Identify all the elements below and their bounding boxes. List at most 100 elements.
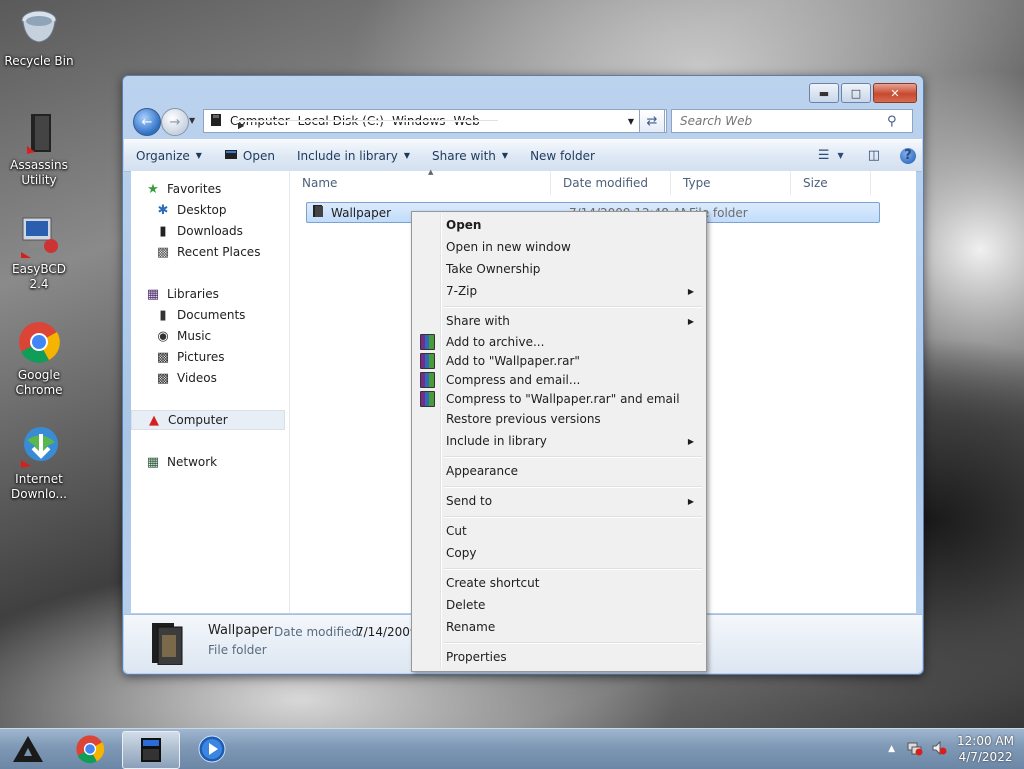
network-icon: ▦ bbox=[146, 454, 160, 470]
share-with-button[interactable]: Share with ▼ bbox=[420, 149, 518, 163]
column-label: Type bbox=[683, 176, 711, 190]
menu-item-appearance[interactable]: Appearance bbox=[414, 461, 704, 481]
desktop-icon-easybcd[interactable]: EasyBCD 2.4 bbox=[2, 214, 76, 292]
menu-label: Open bbox=[446, 218, 482, 232]
menu-item-restore-previous-versions[interactable]: Restore previous versions bbox=[414, 409, 704, 429]
column-label: Date modified bbox=[563, 176, 649, 190]
taskbar-chrome-button[interactable] bbox=[62, 731, 118, 767]
network-status-icon[interactable] bbox=[907, 740, 923, 759]
nav-pictures[interactable]: ▩ Pictures bbox=[155, 347, 311, 367]
menu-separator bbox=[444, 306, 702, 308]
pictures-icon: ▩ bbox=[156, 349, 170, 365]
dropdown-arrow-icon: ▼ bbox=[403, 151, 410, 160]
menu-item-take-ownership[interactable]: Take Ownership bbox=[414, 259, 704, 279]
column-name[interactable]: Name bbox=[290, 171, 551, 195]
assassins-utility-icon bbox=[17, 110, 61, 154]
new-folder-button[interactable]: New folder bbox=[518, 149, 605, 163]
menu-item-send-to[interactable]: Send to ▶ bbox=[414, 491, 704, 511]
search-box: ⚲ bbox=[671, 109, 913, 133]
open-label: Open bbox=[242, 148, 275, 163]
column-type[interactable]: Type bbox=[671, 171, 791, 195]
back-button[interactable]: ← bbox=[133, 108, 161, 136]
open-button[interactable]: Open bbox=[212, 147, 285, 164]
dropdown-arrow-icon: ▼ bbox=[501, 151, 509, 160]
minimize-button[interactable]: ▬ bbox=[809, 83, 839, 103]
documents-icon: ▮ bbox=[159, 307, 167, 323]
address-history-dropdown[interactable]: ▼ bbox=[622, 117, 640, 126]
desktop-icon-recycle-bin[interactable]: Recycle Bin bbox=[2, 6, 76, 69]
menu-separator bbox=[444, 642, 702, 644]
nav-computer[interactable]: ▲ Computer bbox=[131, 410, 285, 430]
view-dropdown-icon[interactable]: ▼ bbox=[838, 151, 844, 160]
column-date-modified[interactable]: Date modified bbox=[551, 171, 671, 195]
menu-item-open-new-window[interactable]: Open in new window bbox=[414, 237, 704, 257]
menu-item-add-to-archive[interactable]: Add to archive... bbox=[414, 332, 704, 352]
submenu-arrow-icon: ▶ bbox=[687, 496, 694, 506]
breadcrumb-chevron-icon[interactable]: ▶ bbox=[236, 120, 498, 130]
menu-item-share-with[interactable]: Share with ▶ bbox=[414, 311, 704, 331]
winrar-icon bbox=[419, 334, 435, 350]
show-hidden-icons-button[interactable]: ▲ bbox=[888, 744, 895, 754]
nav-favorites[interactable]: ★ Favorites bbox=[145, 179, 301, 199]
desktop-icon-assassins-utility[interactable]: Assassins Utility bbox=[2, 110, 76, 188]
dropdown-arrow-icon: ▼ bbox=[195, 151, 202, 160]
menu-item-add-to-rar[interactable]: Add to "Wallpaper.rar" bbox=[414, 351, 704, 371]
menu-label: Include in library bbox=[446, 434, 547, 448]
taskbar-media-player-button[interactable] bbox=[184, 731, 240, 767]
nav-documents[interactable]: ▮ Documents bbox=[155, 305, 311, 325]
clock[interactable]: 12:00 AM 4/7/2022 bbox=[957, 733, 1014, 765]
taskbar-explorer-button[interactable] bbox=[122, 731, 180, 769]
change-view-icon[interactable]: ☰ bbox=[818, 148, 830, 163]
nav-network[interactable]: ▦ Network bbox=[145, 452, 301, 472]
maximize-button[interactable]: □ bbox=[841, 83, 871, 103]
start-button[interactable] bbox=[0, 731, 56, 767]
menu-item-rename[interactable]: Rename bbox=[414, 617, 704, 637]
desktop-icon-internet-download[interactable]: Internet Downlo... bbox=[2, 424, 76, 502]
column-size[interactable]: Size bbox=[791, 171, 871, 195]
nav-downloads[interactable]: ▮ Downloads bbox=[155, 221, 311, 241]
nav-desktop[interactable]: ✱ Desktop bbox=[155, 200, 311, 220]
volume-muted-icon[interactable] bbox=[931, 740, 947, 759]
nav-label: Computer bbox=[168, 413, 228, 427]
libraries-icon: ▦ bbox=[146, 286, 160, 302]
menu-label: Take Ownership bbox=[446, 262, 541, 276]
desktop-icon-label: Assassins Utility bbox=[10, 158, 68, 187]
nav-label: Documents bbox=[177, 308, 246, 322]
nav-music[interactable]: ◉ Music bbox=[155, 326, 311, 346]
search-icon[interactable]: ⚲ bbox=[887, 114, 897, 129]
nav-libraries[interactable]: ▦ Libraries bbox=[145, 284, 301, 304]
menu-item-compress-email[interactable]: Compress and email... bbox=[414, 370, 704, 390]
menu-label: Create shortcut bbox=[446, 576, 540, 590]
menu-label: Share with bbox=[446, 314, 510, 328]
nav-recent-places[interactable]: ▩ Recent Places bbox=[155, 242, 311, 262]
menu-item-cut[interactable]: Cut bbox=[414, 521, 704, 541]
menu-item-include-in-library[interactable]: Include in library ▶ bbox=[414, 431, 704, 451]
menu-item-create-shortcut[interactable]: Create shortcut bbox=[414, 573, 704, 593]
search-input[interactable] bbox=[672, 113, 887, 129]
menu-item-compress-rar-email[interactable]: Compress to "Wallpaper.rar" and email bbox=[414, 389, 704, 409]
menu-item-copy[interactable]: Copy bbox=[414, 543, 704, 563]
organize-button[interactable]: Organize ▼ bbox=[124, 149, 212, 163]
videos-icon: ▩ bbox=[156, 370, 170, 386]
recent-pages-dropdown[interactable]: ▼ bbox=[189, 116, 195, 125]
menu-item-properties[interactable]: Properties bbox=[414, 647, 704, 667]
media-player-icon bbox=[198, 735, 226, 763]
submenu-arrow-icon: ▶ bbox=[687, 316, 694, 326]
nav-videos[interactable]: ▩ Videos bbox=[155, 368, 311, 388]
include-in-library-button[interactable]: Include in library ▼ bbox=[285, 149, 420, 163]
submenu-arrow-icon: ▶ bbox=[687, 436, 694, 446]
menu-item-open[interactable]: Open bbox=[414, 215, 704, 235]
context-menu: Open Open in new window Take Ownership 7… bbox=[411, 211, 707, 672]
forward-button[interactable]: → bbox=[161, 108, 189, 136]
menu-item-delete[interactable]: Delete bbox=[414, 595, 704, 615]
close-button[interactable]: ✕ bbox=[873, 83, 917, 103]
address-bar[interactable]: ▶ Computer ▶ Local Disk (C:) ▶ Windows ▶… bbox=[203, 109, 667, 133]
menu-item-7zip[interactable]: 7-Zip ▶ bbox=[414, 281, 704, 301]
chrome-icon bbox=[17, 320, 61, 364]
nav-label: Music bbox=[177, 329, 212, 343]
nav-label: Libraries bbox=[167, 287, 219, 301]
preview-pane-icon[interactable]: ◫ bbox=[868, 148, 880, 163]
desktop-icon-google-chrome[interactable]: Google Chrome bbox=[2, 320, 76, 398]
help-icon[interactable]: ? bbox=[900, 147, 916, 164]
refresh-button[interactable]: ⇄ bbox=[639, 109, 665, 133]
